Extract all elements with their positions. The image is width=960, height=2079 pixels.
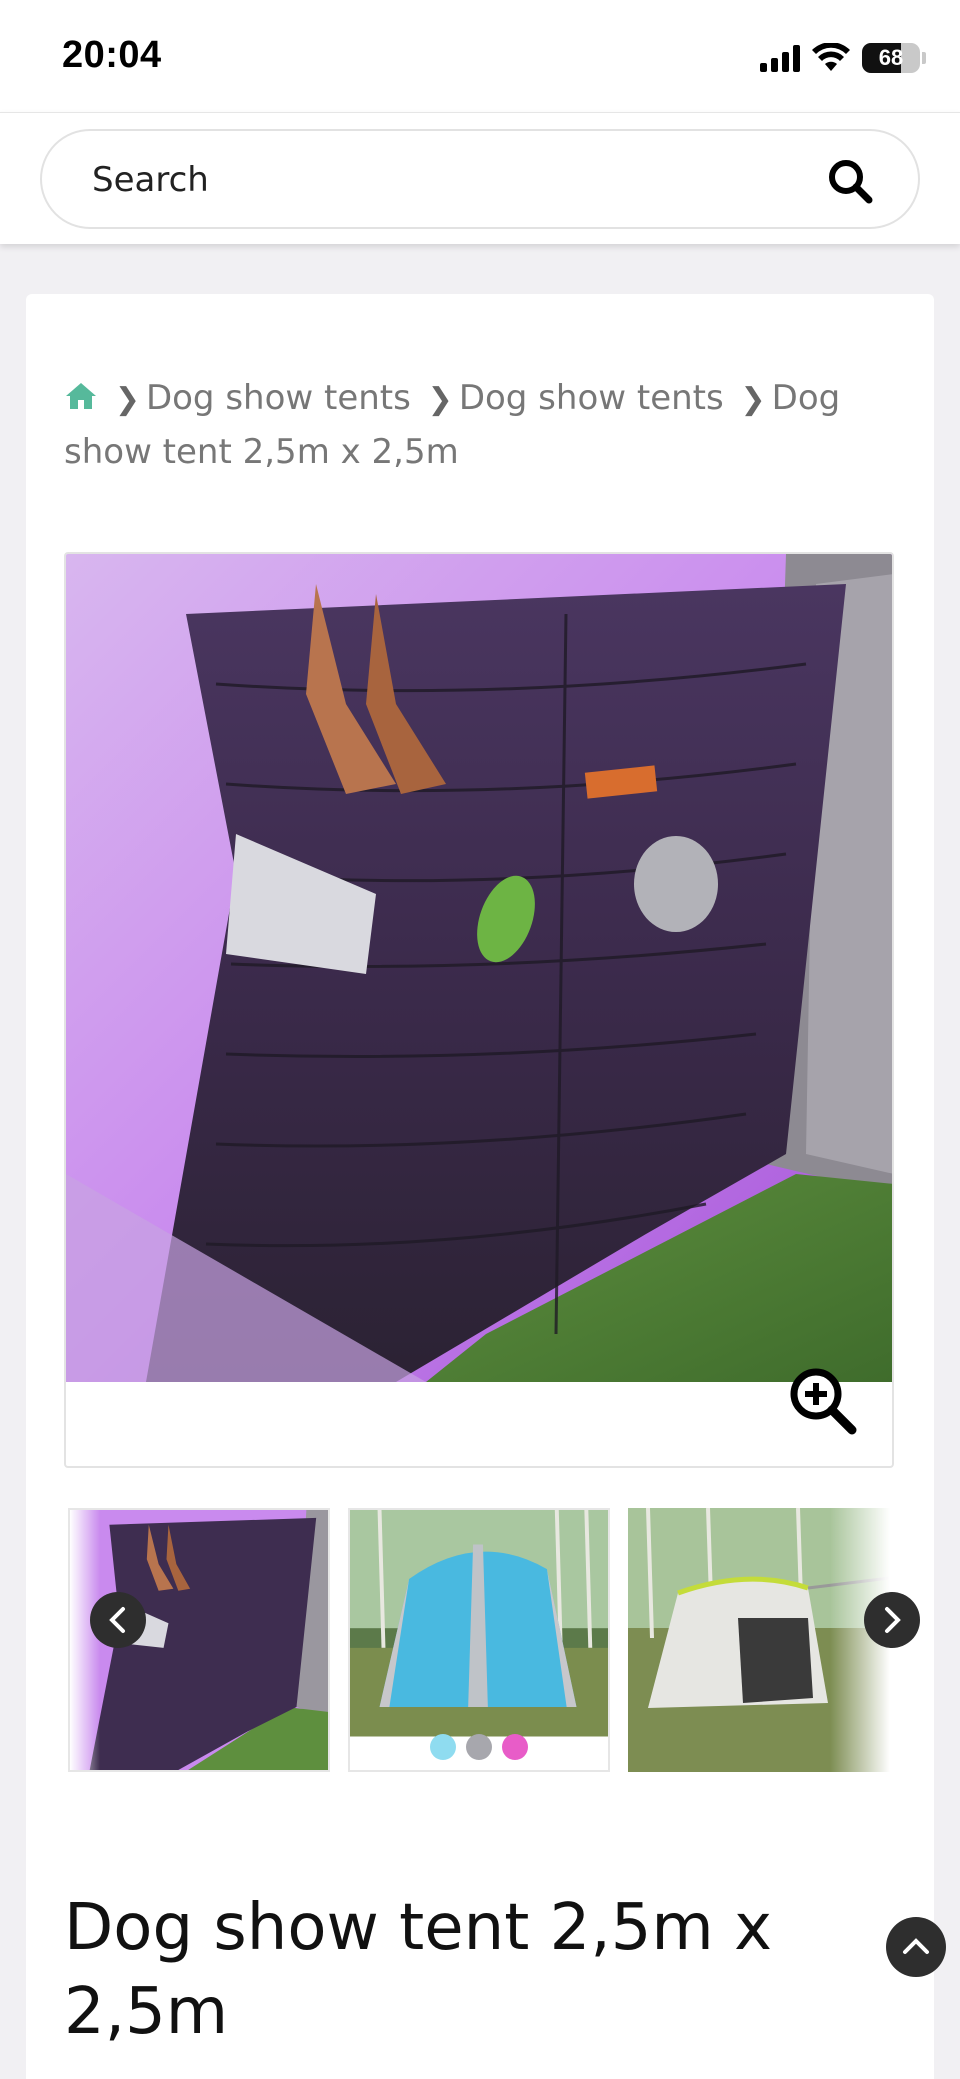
breadcrumb-link-dog-show-tents-1[interactable]: Dog show tents: [146, 378, 411, 418]
search-bar: [40, 129, 920, 229]
swatch-grey[interactable]: [466, 1734, 492, 1760]
status-icons: 68: [760, 40, 926, 76]
swatch-pink[interactable]: [502, 1734, 528, 1760]
gallery-prev-button[interactable]: [90, 1592, 146, 1648]
product-title: Dog show tent 2,5m x 2,5m: [64, 1891, 772, 2049]
chevron-left-icon: [109, 1607, 125, 1633]
main-image-container[interactable]: [64, 552, 894, 1468]
chevron-right-icon: ❯: [114, 382, 140, 417]
color-swatches: [350, 1734, 608, 1760]
gallery-next-button[interactable]: [864, 1592, 920, 1648]
search-icon[interactable]: [826, 157, 874, 205]
product-card: ❯ Dog show tents ❯ Dog show tents ❯ Dog sho…: [26, 294, 934, 2079]
status-bar: 20:04 68: [0, 0, 960, 112]
thumbnail-strip: [64, 1508, 894, 1772]
breadcrumb: ❯ Dog show tents ❯ Dog show tents ❯ Dog sho…: [64, 372, 914, 478]
chevron-right-icon: [885, 1607, 901, 1633]
battery-icon: 68: [862, 43, 920, 73]
signal-icon: [760, 44, 800, 72]
chevron-right-icon: ❯: [427, 382, 453, 417]
zoom-in-icon[interactable]: [788, 1366, 858, 1436]
search-input[interactable]: [92, 155, 792, 205]
chevron-up-icon: [903, 1938, 929, 1954]
tent-organizer-photo[interactable]: [66, 554, 894, 1382]
breadcrumb-link-dog-show-tents-2[interactable]: Dog show tents: [459, 378, 724, 418]
thumbnail-white-tent[interactable]: [628, 1508, 890, 1772]
wifi-icon: [812, 43, 850, 71]
swatch-light-blue[interactable]: [430, 1734, 456, 1760]
search-header: [0, 112, 960, 244]
chevron-right-icon: ❯: [740, 382, 766, 417]
thumbnail-blue-tent[interactable]: [348, 1508, 610, 1772]
status-time: 20:04: [62, 34, 162, 76]
thumbnail-fade: [70, 1510, 100, 1770]
battery-tip: [922, 52, 926, 64]
battery-percent: 68: [878, 45, 904, 70]
scroll-to-top-button[interactable]: [886, 1917, 946, 1977]
home-icon[interactable]: [64, 381, 98, 411]
